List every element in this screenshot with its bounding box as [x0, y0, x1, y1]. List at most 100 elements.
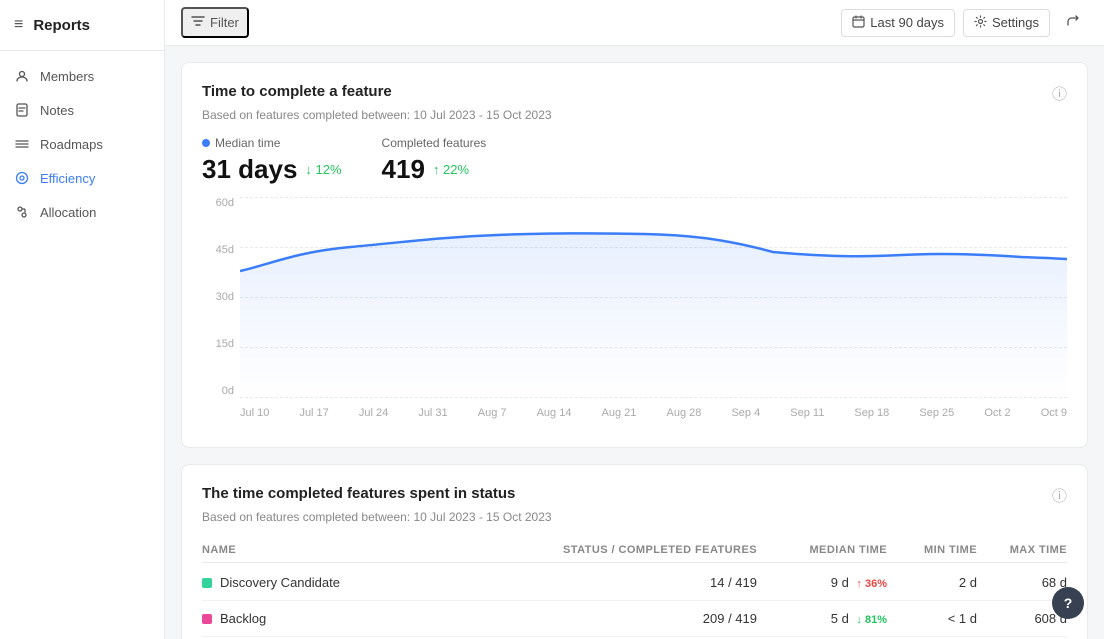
cell-name: Discovery Candidate [202, 575, 557, 590]
chart-y-axis: 60d 45d 30d 15d 0d [202, 197, 234, 397]
status-table: NAME STATUS / COMPLETED FEATURES MEDIAN … [202, 538, 1067, 639]
median-time-label: Median time [202, 136, 342, 150]
median-time-value: 31 days ↓ 12% [202, 154, 342, 185]
chart-x-label: Oct 9 [1041, 407, 1067, 427]
sidebar-item-efficiency[interactable]: Efficiency [0, 161, 164, 195]
cell-status-completed: 14 / 419 [557, 575, 757, 590]
chart-x-label: Jul 17 [299, 407, 328, 427]
settings-button[interactable]: Settings [963, 9, 1050, 37]
chart-x-label: Aug 28 [666, 407, 701, 427]
settings-label: Settings [992, 15, 1039, 30]
feature-chart-title: Time to complete a feature [202, 83, 392, 100]
sidebar-item-notes[interactable]: Notes [0, 93, 164, 127]
topbar-right: Last 90 days Settings [841, 9, 1088, 37]
status-color-indicator [202, 578, 212, 588]
sidebar: ≡ Reports Members Notes Roadmaps Efficie… [0, 0, 165, 639]
cell-max-time: 68 d [977, 575, 1067, 590]
completed-change: ↑ 22% [433, 162, 469, 177]
chart-x-axis: Jul 10Jul 17Jul 24Jul 31Aug 7Aug 14Aug 2… [240, 407, 1067, 427]
col-header-min: MIN TIME [887, 544, 977, 556]
topbar-left: Filter [181, 7, 829, 38]
chart-y-label: 0d [202, 385, 234, 397]
completed-features-label: Completed features [382, 136, 487, 150]
status-table-card: The time completed features spent in sta… [181, 464, 1088, 639]
cell-median-time: 9 d ↑ 36% [757, 575, 887, 590]
chart-x-label: Oct 2 [984, 407, 1010, 427]
col-header-max: MAX TIME [977, 544, 1067, 556]
chart-plot-area [240, 197, 1067, 397]
chart-y-label: 15d [202, 338, 234, 350]
share-button[interactable] [1058, 9, 1088, 36]
sidebar-label-notes: Notes [40, 103, 74, 118]
completed-features-value: 419 ↑ 22% [382, 154, 487, 185]
status-table-info-icon[interactable]: ⓘ [1052, 485, 1067, 506]
median-time-metric: Median time 31 days ↓ 12% [202, 136, 342, 185]
feature-chart-subtitle: Based on features completed between: 10 … [202, 108, 1067, 122]
menu-icon[interactable]: ≡ [14, 16, 23, 34]
help-button[interactable]: ? [1052, 587, 1084, 619]
sidebar-item-members[interactable]: Members [0, 59, 164, 93]
sidebar-item-roadmaps[interactable]: Roadmaps [0, 127, 164, 161]
row-name: Backlog [220, 611, 266, 626]
metrics-row: Median time 31 days ↓ 12% Completed feat… [202, 136, 1067, 185]
date-range-button[interactable]: Last 90 days [841, 9, 955, 37]
settings-icon [974, 15, 987, 31]
efficiency-icon [14, 170, 30, 186]
sidebar-label-roadmaps: Roadmaps [40, 137, 103, 152]
filter-button[interactable]: Filter [181, 7, 249, 38]
table-row: Backlog 209 / 419 5 d ↓ 81% < 1 d 608 d [202, 601, 1067, 637]
cell-min-time: < 1 d [887, 611, 977, 626]
cell-min-time: 2 d [887, 575, 977, 590]
cell-max-time: 608 d [977, 611, 1067, 626]
main-area: Filter Last 90 days Settings [165, 0, 1104, 639]
sidebar-label-efficiency: Efficiency [40, 171, 95, 186]
members-icon [14, 68, 30, 84]
sidebar-item-allocation[interactable]: Allocation [0, 195, 164, 229]
table-row: Discovery Candidate 14 / 419 9 d ↑ 36% 2… [202, 565, 1067, 601]
content-area: Time to complete a feature ⓘ Based on fe… [165, 46, 1104, 639]
col-header-status: STATUS / COMPLETED FEATURES [557, 544, 757, 556]
filter-label: Filter [210, 15, 239, 30]
table-body: Discovery Candidate 14 / 419 9 d ↑ 36% 2… [202, 565, 1067, 639]
chart-x-label: Sep 18 [854, 407, 889, 427]
cell-median-time: 5 d ↓ 81% [757, 611, 887, 626]
sidebar-header: ≡ Reports [0, 0, 164, 51]
cell-status-completed: 209 / 419 [557, 611, 757, 626]
completed-features-metric: Completed features 419 ↑ 22% [382, 136, 487, 185]
topbar: Filter Last 90 days Settings [165, 0, 1104, 46]
roadmaps-icon [14, 136, 30, 152]
median-change-badge: ↓ 81% [856, 614, 887, 626]
status-table-title: The time completed features spent in sta… [202, 485, 515, 502]
allocation-icon [14, 204, 30, 220]
date-range-label: Last 90 days [870, 15, 944, 30]
sidebar-nav: Members Notes Roadmaps Efficiency Alloca… [0, 51, 164, 237]
chart-y-label: 30d [202, 291, 234, 303]
table-header: NAME STATUS / COMPLETED FEATURES MEDIAN … [202, 538, 1067, 563]
median-change: ↓ 12% [305, 162, 341, 177]
chart-x-label: Sep 25 [919, 407, 954, 427]
filter-icon [191, 14, 205, 31]
feature-chart-card: Time to complete a feature ⓘ Based on fe… [181, 62, 1088, 448]
chart-x-label: Sep 4 [731, 407, 760, 427]
chart-x-label: Jul 24 [359, 407, 388, 427]
calendar-icon [852, 15, 865, 31]
chart-x-label: Jul 31 [418, 407, 447, 427]
status-color-indicator [202, 614, 212, 624]
feature-chart-header: Time to complete a feature ⓘ [202, 83, 1067, 104]
median-dot [202, 139, 210, 147]
chart-x-label: Aug 21 [602, 407, 637, 427]
median-change-badge: ↑ 36% [856, 578, 887, 590]
col-header-name: NAME [202, 544, 557, 556]
chart-x-label: Sep 11 [790, 407, 824, 427]
status-table-header: The time completed features spent in sta… [202, 485, 1067, 506]
col-header-median: MEDIAN TIME [757, 544, 887, 556]
feature-chart-info-icon[interactable]: ⓘ [1052, 83, 1067, 104]
line-chart: 60d 45d 30d 15d 0d [202, 197, 1067, 427]
status-table-subtitle: Based on features completed between: 10 … [202, 510, 1067, 524]
chart-y-label: 60d [202, 197, 234, 209]
chart-x-label: Aug 7 [478, 407, 507, 427]
chart-y-label: 45d [202, 244, 234, 256]
chart-x-label: Aug 14 [537, 407, 572, 427]
row-name: Discovery Candidate [220, 575, 340, 590]
cell-name: Backlog [202, 611, 557, 626]
